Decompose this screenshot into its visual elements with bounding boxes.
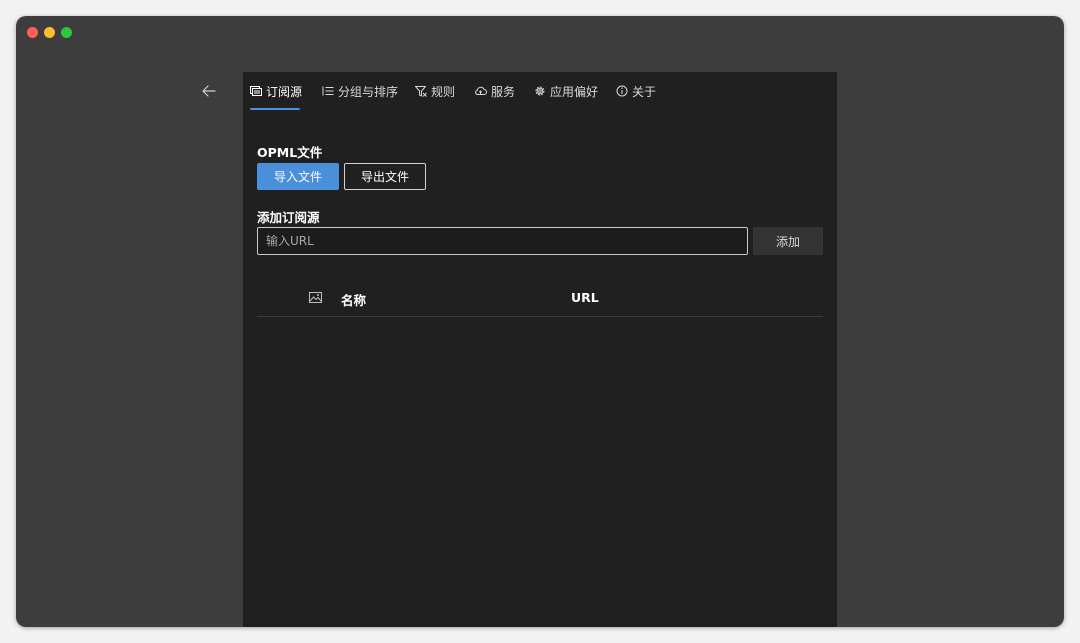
tab-label: 关于 [632, 84, 657, 99]
add-source-section-label: 添加订阅源 [257, 210, 320, 225]
list-icon [322, 86, 334, 96]
tab-feeds[interactable]: 订阅源 [250, 72, 302, 110]
close-window-button[interactable] [27, 27, 38, 38]
tab-label: 订阅源 [266, 84, 303, 99]
arrow-left-icon [202, 85, 216, 97]
tab-rules[interactable]: 规则 [415, 72, 455, 110]
settings-tabs: 订阅源 分组与排序 规则 服务 应用偏好 关于 [243, 72, 837, 110]
back-button[interactable] [198, 80, 220, 102]
export-file-button[interactable]: 导出文件 [344, 163, 426, 190]
column-header-name[interactable]: 名称 [341, 290, 366, 309]
app-window: 订阅源 分组与排序 规则 服务 应用偏好 关于 OPML文件 导入文件 导出文件… [16, 16, 1064, 627]
feeds-icon [250, 85, 262, 96]
tab-about[interactable]: 关于 [616, 72, 656, 110]
info-icon [616, 85, 628, 97]
gear-icon [535, 86, 545, 96]
opml-section-label: OPML文件 [257, 145, 323, 160]
column-header-url[interactable]: URL [571, 290, 599, 305]
filter-icon [415, 85, 427, 97]
tab-services[interactable]: 服务 [474, 72, 515, 110]
tab-label: 服务 [491, 84, 516, 99]
tab-label: 分组与排序 [338, 84, 399, 99]
tab-groups-sort[interactable]: 分组与排序 [322, 72, 398, 110]
active-tab-indicator [250, 108, 300, 110]
tab-label: 规则 [431, 84, 456, 99]
sources-table-header: 名称 URL [257, 279, 823, 317]
image-icon [309, 292, 322, 303]
url-input[interactable] [257, 227, 748, 255]
add-source-button[interactable]: 添加 [753, 227, 823, 255]
import-file-button[interactable]: 导入文件 [257, 163, 339, 190]
tab-label: 应用偏好 [550, 84, 599, 99]
cloud-icon [475, 86, 487, 95]
settings-panel: 订阅源 分组与排序 规则 服务 应用偏好 关于 OPML文件 导入文件 导出文件… [243, 72, 837, 627]
zoom-window-button[interactable] [61, 27, 72, 38]
tab-preferences[interactable]: 应用偏好 [534, 72, 598, 110]
minimize-window-button[interactable] [44, 27, 55, 38]
